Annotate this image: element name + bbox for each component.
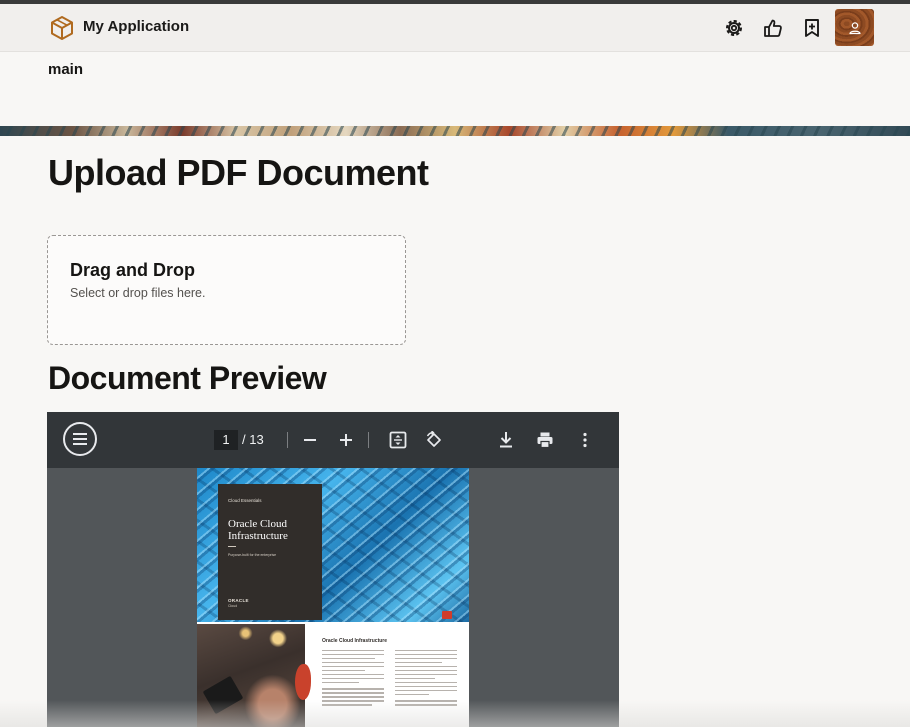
fit-page-icon[interactable]: [387, 429, 409, 451]
cover-title: Oracle Cloud Infrastructure: [228, 518, 288, 542]
red-accent-shape: [295, 664, 311, 700]
cover-rule: [228, 546, 236, 547]
settings-icon[interactable]: [720, 14, 748, 42]
more-vert-icon[interactable]: [575, 429, 595, 451]
pdf-viewer[interactable]: / 13: [47, 412, 619, 727]
print-icon[interactable]: [534, 429, 556, 451]
pdf-toolbar: / 13: [47, 412, 619, 468]
download-icon[interactable]: [496, 429, 516, 451]
dropzone-subtitle: Select or drop files here.: [70, 286, 206, 300]
page-section-title: Oracle Cloud Infrastructure: [322, 638, 388, 644]
app-title[interactable]: My Application: [83, 18, 189, 35]
phone-shape: [202, 675, 244, 715]
file-dropzone[interactable]: Drag and Drop Select or drop files here.: [47, 235, 406, 345]
text-column-right: [395, 650, 457, 708]
decorative-banner: [0, 126, 910, 136]
cover-kicker: Cloud Essentials: [228, 498, 262, 503]
cover-image: Cloud Essentials Oracle Cloud Infrastruc…: [197, 468, 469, 622]
cover-brand-sub: Cloud: [228, 604, 238, 608]
page-number-input[interactable]: [214, 430, 238, 450]
page-total: / 13: [242, 432, 264, 447]
cover-badge-icon: [442, 611, 452, 619]
main-region-label: main: [48, 61, 84, 78]
hand-phone-photo: [197, 624, 305, 727]
zoom-out-icon[interactable]: [299, 428, 321, 452]
preview-heading: Document Preview: [48, 360, 327, 396]
user-avatar-icon[interactable]: [835, 9, 874, 46]
cube-logo-icon[interactable]: [48, 14, 76, 42]
upload-heading: Upload PDF Document: [48, 152, 429, 193]
thumbs-up-icon[interactable]: [759, 14, 787, 42]
app-header: My Application: [0, 4, 910, 52]
cover-title-line1: Oracle Cloud: [228, 518, 287, 530]
menu-icon[interactable]: [63, 422, 97, 456]
rotate-icon[interactable]: [423, 429, 445, 451]
text-column-left: [322, 650, 384, 708]
page-lower-section: Oracle Cloud Infrastructure: [197, 624, 469, 727]
cover-brand: ORACLE: [228, 598, 249, 603]
cover-card: Cloud Essentials Oracle Cloud Infrastruc…: [218, 484, 322, 620]
pdf-page: Cloud Essentials Oracle Cloud Infrastruc…: [197, 468, 469, 727]
toolbar-divider: [287, 432, 288, 448]
zoom-in-icon[interactable]: [335, 428, 357, 452]
dropzone-title: Drag and Drop: [70, 260, 196, 280]
cover-title-line2: Infrastructure: [228, 530, 288, 542]
toolbar-divider: [368, 432, 369, 448]
cover-subtitle: Purpose-built for the enterprise: [228, 553, 277, 557]
bookmark-add-icon[interactable]: [798, 14, 826, 42]
